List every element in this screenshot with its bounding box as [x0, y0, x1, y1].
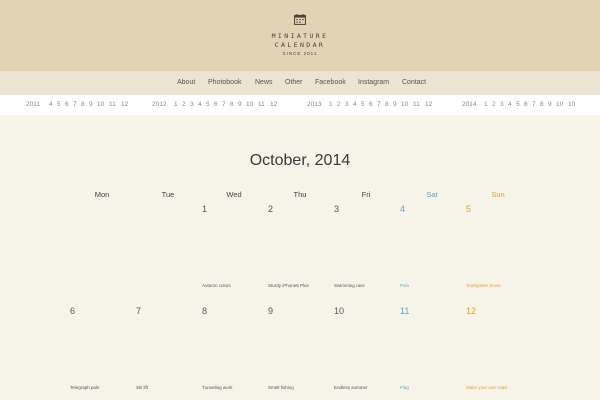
- month-link-2012-3[interactable]: 3: [190, 101, 194, 108]
- month-link-2013-6[interactable]: 6: [369, 101, 373, 108]
- dow-sat: Sat: [426, 190, 438, 199]
- dow-mon: Mon: [94, 190, 110, 199]
- logo-title-line2[interactable]: CALENDAR: [0, 41, 600, 49]
- month-link-2014-3[interactable]: 3: [500, 101, 504, 108]
- month-link-2011-7[interactable]: 7: [73, 101, 77, 108]
- year-2013-link[interactable]: 2013: [307, 101, 321, 108]
- month-link-2012-10[interactable]: 10: [246, 101, 253, 108]
- month-link-2014-5[interactable]: 5: [516, 101, 520, 108]
- day-event-title[interactable]: Flag: [400, 385, 409, 390]
- month-link-2013-8[interactable]: 8: [385, 101, 389, 108]
- dow-tue: Tue: [161, 190, 175, 199]
- day-event-title[interactable]: Toothpaste Snow: [466, 283, 501, 288]
- month-link-2013-9[interactable]: 9: [393, 101, 397, 108]
- day-number[interactable]: 8: [202, 306, 207, 316]
- month-link-2012-8[interactable]: 8: [230, 101, 234, 108]
- logo-title-line1[interactable]: MINIATURE: [0, 32, 600, 40]
- day-number[interactable]: 9: [268, 306, 273, 316]
- month-link-2014-1[interactable]: 1: [484, 101, 488, 108]
- month-link-2012-5[interactable]: 5: [206, 101, 210, 108]
- day-event-title[interactable]: Autumn colors: [202, 283, 231, 288]
- month-title: October, 2014: [249, 152, 351, 169]
- day-number[interactable]: 2: [268, 204, 273, 214]
- month-link-2013-10[interactable]: 10: [401, 101, 408, 108]
- month-link-2013-12[interactable]: 12: [425, 101, 432, 108]
- nav-instagram[interactable]: Instagram: [358, 79, 389, 86]
- nav-facebook[interactable]: Facebook: [315, 79, 346, 86]
- month-link-2011-9[interactable]: 9: [89, 101, 93, 108]
- day-event-title[interactable]: Make your own road: [466, 385, 507, 390]
- logo-since: SINCE 2011: [282, 51, 318, 56]
- month-link-2011-11[interactable]: 11: [109, 101, 116, 108]
- month-link-2014-7[interactable]: 7: [532, 101, 536, 108]
- month-link-2013-5[interactable]: 5: [361, 101, 365, 108]
- day-number[interactable]: 10: [334, 306, 344, 316]
- day-number[interactable]: 7: [136, 306, 141, 316]
- month-link-2014-4[interactable]: 4: [508, 101, 512, 108]
- month-link-2011-12[interactable]: 12: [121, 101, 128, 108]
- day-number[interactable]: 12: [466, 306, 476, 316]
- day-event-title[interactable]: Telegraph pole: [70, 385, 100, 390]
- day-event-title[interactable]: Polo: [400, 283, 409, 288]
- year-2014-link[interactable]: 2014: [462, 101, 476, 108]
- nav-about[interactable]: About: [177, 79, 195, 86]
- dow-thu: Thu: [293, 190, 307, 199]
- month-link-2013-1[interactable]: 1: [329, 101, 333, 108]
- month-link-2013-4[interactable]: 4: [353, 101, 357, 108]
- day-event-title[interactable]: Swimming race: [334, 283, 365, 288]
- month-link-2012-1[interactable]: 1: [174, 101, 178, 108]
- month-link-2011-4[interactable]: 4: [49, 101, 53, 108]
- month-link-2014-2[interactable]: 2: [492, 101, 496, 108]
- archive-bar: 2011 4 5 6 7 8 9 10 11 12 2012 1 2 3 4 5…: [0, 95, 600, 115]
- day-number[interactable]: 1: [202, 204, 207, 214]
- dow-fri: Fri: [361, 190, 371, 199]
- month-link-2014-10[interactable]: 10: [568, 101, 575, 108]
- day-number[interactable]: 11: [400, 306, 409, 316]
- day-event-title[interactable]: Sturdy iPhone6 Plus: [268, 283, 309, 288]
- month-link-2013-3[interactable]: 3: [345, 101, 349, 108]
- month-link-2014-6[interactable]: 6: [524, 101, 528, 108]
- nav-contact[interactable]: Contact: [402, 79, 426, 86]
- month-link-2014-8[interactable]: 8: [540, 101, 544, 108]
- month-link-2012-11[interactable]: 11: [258, 101, 265, 108]
- nav-news[interactable]: News: [255, 79, 273, 86]
- month-link-2011-8[interactable]: 8: [81, 101, 85, 108]
- month-link-2012-2[interactable]: 2: [182, 101, 186, 108]
- calendar-icon: [294, 14, 306, 25]
- month-link-2012-4[interactable]: 4: [198, 101, 202, 108]
- day-event-title[interactable]: Ski lift: [136, 385, 148, 390]
- month-link-2012-7[interactable]: 7: [222, 101, 226, 108]
- month-link-2014-9[interactable]: 9: [548, 101, 552, 108]
- month-link-2012-12[interactable]: 12: [270, 101, 277, 108]
- dow-wed: Wed: [226, 190, 242, 199]
- month-link-2011-5[interactable]: 5: [57, 101, 61, 108]
- month-link-2014-10[interactable]: 10: [556, 101, 563, 108]
- year-2012-link[interactable]: 2012: [152, 101, 166, 108]
- day-event-title[interactable]: Smelt fishing: [268, 385, 294, 390]
- month-link-2013-2[interactable]: 2: [337, 101, 341, 108]
- nav-other[interactable]: Other: [285, 79, 303, 86]
- main-nav: About Photobook News Other Facebook Inst…: [0, 71, 600, 95]
- day-event-title[interactable]: Endless summer: [334, 385, 368, 390]
- day-number[interactable]: 4: [400, 204, 405, 214]
- month-link-2012-9[interactable]: 9: [238, 101, 242, 108]
- day-number[interactable]: 3: [334, 204, 339, 214]
- month-link-2011-6[interactable]: 6: [65, 101, 69, 108]
- month-link-2012-6[interactable]: 6: [214, 101, 218, 108]
- day-number[interactable]: 5: [466, 204, 471, 214]
- month-link-2013-11[interactable]: 11: [413, 101, 420, 108]
- day-event-title[interactable]: Tunneling work: [202, 385, 232, 390]
- dow-sun: Sun: [491, 190, 505, 199]
- nav-photobook[interactable]: Photobook: [208, 79, 241, 86]
- site-header: MINIATURE CALENDAR SINCE 2011: [0, 0, 600, 71]
- month-link-2011-10[interactable]: 10: [97, 101, 104, 108]
- day-number[interactable]: 6: [70, 306, 75, 316]
- month-link-2013-7[interactable]: 7: [377, 101, 381, 108]
- year-2011-link[interactable]: 2011: [26, 101, 40, 108]
